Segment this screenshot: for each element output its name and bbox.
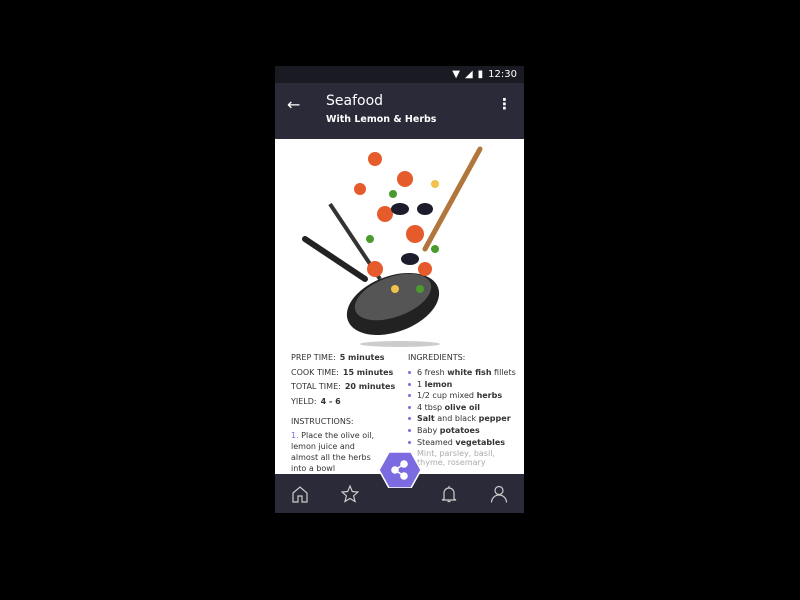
nav-favorites[interactable] (330, 484, 370, 503)
ingredient-text: Baby (417, 425, 440, 435)
detail-label: YIELD: (291, 396, 317, 406)
clock: 12:30 (488, 69, 517, 80)
ingredients-heading: INGREDIENTS: (408, 353, 466, 362)
back-arrow-icon[interactable]: ← (287, 95, 300, 114)
signal-icon: ◢ (464, 69, 473, 80)
ingredient-list: 6 fresh white fish fillets 1 lemon 1/2 cup… (408, 368, 518, 467)
bell-icon (442, 485, 457, 502)
detail-value: 20 minutes (344, 382, 396, 391)
ingredient-text: Salt (417, 414, 435, 424)
prep-time: PREP TIME: 5 minutes (291, 353, 401, 362)
total-time: TOTAL TIME: 20 minutes (291, 382, 401, 391)
instruction-step: 1. Place the olive oil, lemon juice and … (291, 430, 379, 474)
ingredient-text: 4 tbsp (417, 402, 445, 412)
instructions: INSTRUCTIONS: 1. Place the olive oil, le… (291, 416, 379, 474)
cook-time: COOK TIME: 15 minutes (291, 368, 401, 377)
ingredient-text: 1/2 cup mixed (417, 391, 477, 401)
status-bar: ▼ ◢ ▮ 12:30 (275, 66, 524, 83)
nav-profile[interactable] (479, 485, 519, 503)
ingredient-item: Steamed vegetables (408, 438, 518, 447)
star-icon (340, 484, 359, 503)
wifi-icon: ▼ (452, 69, 460, 80)
page-subtitle: With Lemon & Herbs (326, 114, 437, 125)
detail-label: TOTAL TIME: (291, 382, 341, 391)
nav-home[interactable] (280, 485, 320, 503)
user-icon (490, 485, 508, 503)
ingredient-text: pepper (478, 414, 511, 424)
ingredient-item: Salt and black pepper (408, 414, 518, 423)
ingredient-text: Mint, parsley, basil, thyme, rosemary (417, 449, 495, 468)
yield: YIELD: 4 - 6 (291, 397, 401, 406)
ingredient-item: Mint, parsley, basil, thyme, rosemary (408, 449, 518, 467)
detail-value: 4 - 6 (320, 396, 341, 406)
detail-value: 5 minutes (339, 353, 385, 362)
ingredient-text: lemon (424, 379, 453, 389)
recipe-image (275, 139, 524, 349)
home-icon (292, 485, 308, 503)
step-text: Place the olive oil, lemon juice and alm… (291, 431, 375, 473)
nav-notifications[interactable] (429, 485, 469, 503)
phone-screen: ▼ ◢ ▮ 12:30 ← Seafood With Lemon & Herbs… (275, 66, 524, 513)
ingredient-item: Baby potatoes (408, 426, 518, 435)
ingredient-item: 6 fresh white fish fillets (408, 368, 518, 377)
detail-label: COOK TIME: (291, 367, 339, 377)
ingredient-text: fillets (491, 368, 516, 377)
step-number: 1. (291, 431, 299, 440)
instructions-heading: INSTRUCTIONS: (291, 417, 354, 426)
app-bar: ← Seafood With Lemon & Herbs ⋮ (275, 83, 524, 139)
ingredient-text: potatoes (439, 425, 480, 435)
detail-value: 15 minutes (342, 367, 394, 377)
ingredient-text: 6 fresh (417, 368, 448, 377)
battery-icon: ▮ (477, 69, 484, 80)
ingredient-text: Steamed (417, 437, 456, 447)
ingredient-text: white fish (447, 368, 492, 377)
ingredient-item: 1/2 cup mixed herbs (408, 391, 518, 400)
ingredient-text: and black (434, 414, 479, 424)
page-title: Seafood (326, 93, 384, 109)
ingredient-item: 1 lemon (408, 380, 518, 389)
ingredient-text: olive oil (444, 402, 481, 412)
ingredients: INGREDIENTS: 6 fresh white fish fillets 1… (408, 353, 518, 470)
detail-label: PREP TIME: (291, 353, 336, 362)
recipe-details: PREP TIME: 5 minutes COOK TIME: 15 minutes… (291, 353, 401, 411)
ingredient-item: 4 tbsp olive oil (408, 403, 518, 412)
ingredient-text: herbs (476, 391, 503, 401)
share-button[interactable] (378, 451, 422, 489)
ingredient-text: 1 (417, 379, 425, 389)
more-vert-icon[interactable]: ⋮ (497, 95, 512, 113)
ingredient-text: vegetables (455, 437, 506, 447)
